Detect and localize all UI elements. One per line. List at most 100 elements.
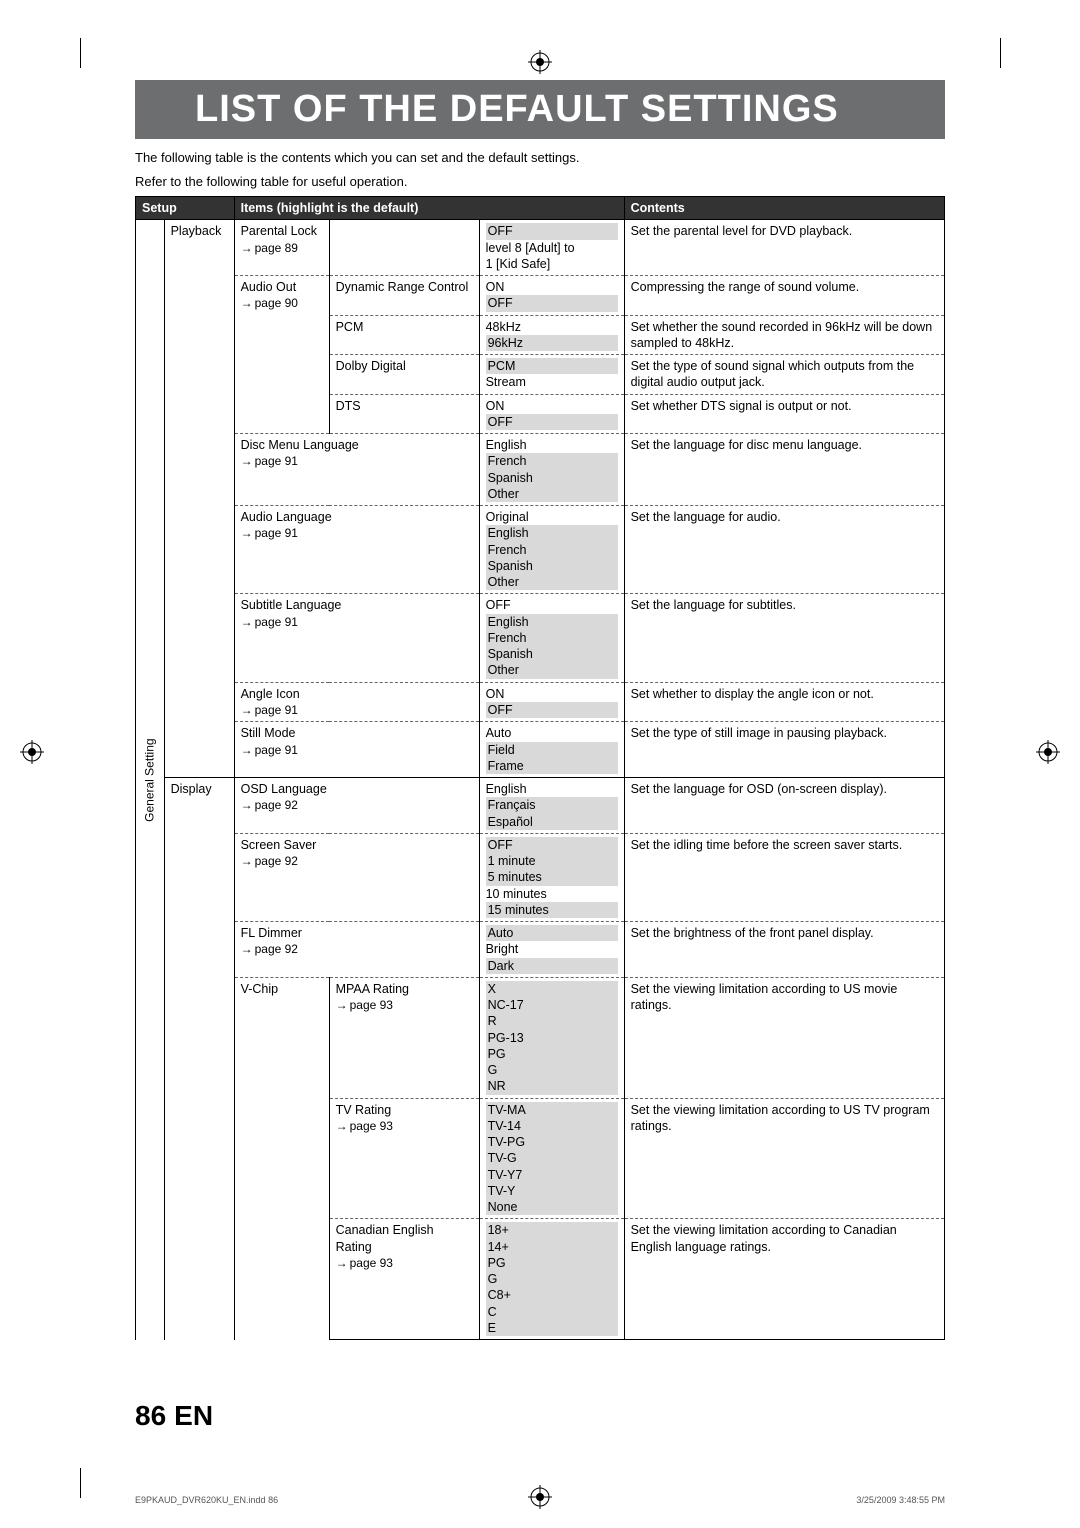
option-value: English <box>486 781 618 797</box>
option-value: Auto <box>486 725 618 741</box>
option-value: Other <box>486 662 618 678</box>
option-value: ON <box>486 398 618 414</box>
contents-cell: Set the viewing limitation according to … <box>624 1098 944 1219</box>
item-cell: Parental Lockpage 89 <box>234 220 329 276</box>
item-cell: Still Modepage 91 <box>234 722 479 778</box>
crop-mark <box>80 1468 81 1498</box>
option-value: level 8 [Adult] to <box>486 240 618 256</box>
item-cell: V-Chip <box>234 977 329 1339</box>
settings-table: Setup Items (highlight is the default) C… <box>135 196 945 1340</box>
option-value: TV-Y7 <box>486 1167 618 1183</box>
option-value: TV-G <box>486 1150 618 1166</box>
option-value: TV-Y <box>486 1183 618 1199</box>
table-row: Angle Iconpage 91ONOFFSet whether to dis… <box>136 682 945 722</box>
item-cell: Screen Saverpage 92 <box>234 833 479 921</box>
table-row: V-ChipMPAA Ratingpage 93XNC-17RPG-13PGGN… <box>136 977 945 1098</box>
item-cell: Angle Iconpage 91 <box>234 682 479 722</box>
option-value: 18+ <box>486 1222 618 1238</box>
option-value: OFF <box>486 223 618 239</box>
contents-cell: Set whether the sound recorded in 96kHz … <box>624 315 944 355</box>
sub-item-cell: Dolby Digital <box>329 355 479 395</box>
option-value: Frame <box>486 758 618 774</box>
values-cell: XNC-17RPG-13PGGNR <box>479 977 624 1098</box>
contents-cell: Set the language for audio. <box>624 506 944 594</box>
intro-line-1: The following table is the contents whic… <box>135 149 945 167</box>
contents-cell: Set the language for disc menu language. <box>624 434 944 506</box>
option-value: French <box>486 542 618 558</box>
intro-line-2: Refer to the following table for useful … <box>135 173 945 191</box>
values-cell: OFFEnglishFrenchSpanishOther <box>479 594 624 682</box>
values-cell: AutoBrightDark <box>479 922 624 978</box>
sub-item-cell: Canadian English Ratingpage 93 <box>329 1219 479 1340</box>
option-value: TV-PG <box>486 1134 618 1150</box>
footer-filename: E9PKAUD_DVR620KU_EN.indd 86 <box>135 1495 278 1505</box>
option-value: R <box>486 1013 618 1029</box>
general-setting-label: General Setting <box>136 220 165 1340</box>
table-header-row: Setup Items (highlight is the default) C… <box>136 197 945 220</box>
option-value: 48kHz <box>486 319 618 335</box>
crop-mark <box>80 38 81 68</box>
values-cell: OFFlevel 8 [Adult] to1 [Kid Safe] <box>479 220 624 276</box>
table-row: General SettingPlaybackParental Lockpage… <box>136 220 945 276</box>
section-display: Display <box>164 778 234 1340</box>
item-cell: Audio Languagepage 91 <box>234 506 479 594</box>
option-value: PG <box>486 1046 618 1062</box>
header-contents: Contents <box>624 197 944 220</box>
contents-cell: Set whether to display the angle icon or… <box>624 682 944 722</box>
option-value: TV-MA <box>486 1102 618 1118</box>
sub-item-cell: Dynamic Range Control <box>329 276 479 316</box>
option-value: OFF <box>486 702 618 718</box>
values-cell: EnglishFrançaisEspañol <box>479 778 624 834</box>
option-value: Spanish <box>486 646 618 662</box>
contents-cell: Set the idling time before the screen sa… <box>624 833 944 921</box>
option-value: 10 minutes <box>486 886 618 902</box>
contents-cell: Set whether DTS signal is output or not. <box>624 394 944 434</box>
item-cell: Disc Menu Languagepage 91 <box>234 434 479 506</box>
values-cell: 18+14+PGGC8+CE <box>479 1219 624 1340</box>
values-cell: EnglishFrenchSpanishOther <box>479 434 624 506</box>
option-value: Dark <box>486 958 618 974</box>
contents-cell: Set the brightness of the front panel di… <box>624 922 944 978</box>
option-value: French <box>486 453 618 469</box>
page-title: LIST OF THE DEFAULT SETTINGS <box>135 80 945 139</box>
table-row: Disc Menu Languagepage 91EnglishFrenchSp… <box>136 434 945 506</box>
header-items: Items (highlight is the default) <box>234 197 624 220</box>
contents-cell: Set the type of sound signal which outpu… <box>624 355 944 395</box>
values-cell: ONOFF <box>479 682 624 722</box>
option-value: 15 minutes <box>486 902 618 918</box>
table-row: Audio Outpage 90Dynamic Range ControlONO… <box>136 276 945 316</box>
option-value: ON <box>486 686 618 702</box>
option-value: OFF <box>486 414 618 430</box>
footer-timestamp: 3/25/2009 3:48:55 PM <box>856 1495 945 1505</box>
page-number: 86EN <box>135 1400 213 1432</box>
option-value: English <box>486 525 618 541</box>
option-value: OFF <box>486 597 618 613</box>
option-value: ON <box>486 279 618 295</box>
registration-mark-icon <box>528 50 552 77</box>
option-value: Stream <box>486 374 618 390</box>
option-value: 96kHz <box>486 335 618 351</box>
option-value: NC-17 <box>486 997 618 1013</box>
option-value: Français <box>486 797 618 813</box>
option-value: PG-13 <box>486 1030 618 1046</box>
table-row: FL Dimmerpage 92AutoBrightDarkSet the br… <box>136 922 945 978</box>
item-cell: Audio Outpage 90 <box>234 276 329 434</box>
registration-mark-icon <box>20 740 44 767</box>
option-value: OFF <box>486 837 618 853</box>
item-cell: Subtitle Languagepage 91 <box>234 594 479 682</box>
crop-mark <box>1000 38 1001 68</box>
option-value: English <box>486 437 618 453</box>
option-value: X <box>486 981 618 997</box>
option-value: Field <box>486 742 618 758</box>
page-container: LIST OF THE DEFAULT SETTINGS The followi… <box>0 0 1080 1528</box>
contents-cell: Set the language for OSD (on-screen disp… <box>624 778 944 834</box>
option-value: PG <box>486 1255 618 1271</box>
option-value: 1 [Kid Safe] <box>486 256 618 272</box>
section-playback: Playback <box>164 220 234 778</box>
page-number-value: 86 <box>135 1400 166 1431</box>
table-row: Audio Languagepage 91OriginalEnglishFren… <box>136 506 945 594</box>
table-row: Screen Saverpage 92OFF1 minute5 minutes1… <box>136 833 945 921</box>
sub-item-cell <box>329 220 479 276</box>
sub-item-cell: TV Ratingpage 93 <box>329 1098 479 1219</box>
contents-cell: Set the type of still image in pausing p… <box>624 722 944 778</box>
